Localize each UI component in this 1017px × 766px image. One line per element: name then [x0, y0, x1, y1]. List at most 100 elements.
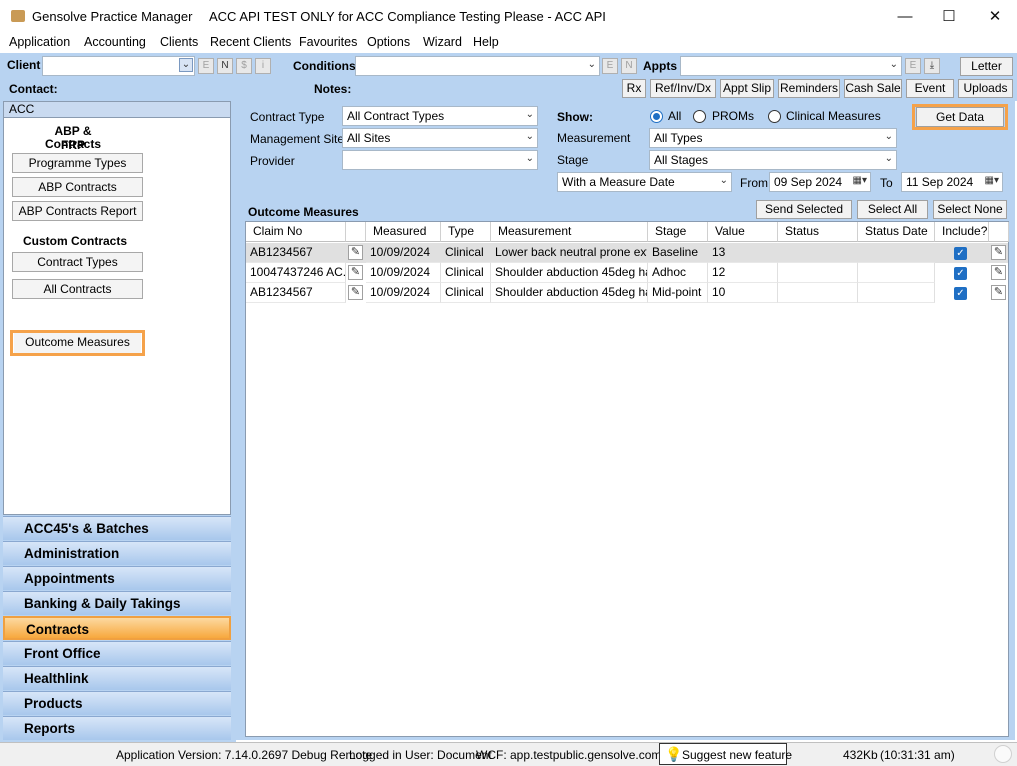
edit-pencil-icon[interactable]: ✎	[991, 245, 1006, 260]
client-toolbar: Client ⌄ E N $ i Conditions ⌄ E N Appts …	[0, 53, 1017, 101]
close-button[interactable]: ✕	[972, 0, 1017, 33]
menu-clients[interactable]: Clients	[160, 35, 198, 49]
col-value[interactable]: Value	[708, 222, 778, 242]
conditions-n-button[interactable]: N	[621, 58, 637, 74]
date-filter-select[interactable]: With a Measure Date ⌄	[557, 172, 732, 192]
status-cell	[778, 243, 858, 263]
menu-recent-clients[interactable]: Recent Clients	[210, 35, 291, 49]
edit-pencil-icon[interactable]: ✎	[991, 265, 1006, 280]
show-all-radio[interactable]	[650, 110, 663, 123]
provider-label: Provider	[250, 154, 295, 168]
outcome-highlight: Outcome Measures	[10, 330, 145, 356]
col-measured[interactable]: Measured	[366, 222, 441, 242]
col-measurement[interactable]: Measurement	[491, 222, 648, 242]
measurement-cell: Lower back neutral prone ext...	[491, 243, 648, 263]
appt-slip-button[interactable]: Appt Slip	[720, 79, 774, 98]
appts-e-button[interactable]: E	[905, 58, 921, 74]
include-checkbox[interactable]: ✓	[954, 247, 967, 260]
minimize-button[interactable]: —	[882, 0, 928, 33]
maximize-button[interactable]: ☐	[926, 0, 972, 33]
mgmt-site-select[interactable]: All Sites ⌄	[342, 128, 538, 148]
measured-cell: 10/09/2024	[366, 243, 441, 263]
nav-reports[interactable]: Reports	[3, 716, 231, 740]
nav-front-office[interactable]: Front Office	[3, 641, 231, 665]
send-selected-button[interactable]: Send Selected	[756, 200, 852, 219]
dollar-button[interactable]: $	[236, 58, 252, 74]
programme-types-button[interactable]: Programme Types	[12, 153, 143, 173]
mgmt-site-label: Management Site	[250, 132, 345, 146]
chevron-down-icon: ⌄	[889, 59, 898, 70]
get-data-button[interactable]: Get Data	[916, 107, 1004, 127]
client-combo[interactable]: ⌄	[42, 56, 195, 76]
uploads-button[interactable]: Uploads	[958, 79, 1013, 98]
edit-pencil-icon[interactable]: ✎	[991, 285, 1006, 300]
ref-inv-dx-button[interactable]: Ref/Inv/Dx	[650, 79, 716, 98]
letter-button[interactable]: Letter	[960, 57, 1013, 76]
type-cell: Clinical	[441, 243, 491, 263]
status-version: Application Version: 7.14.0.2697 Debug R…	[116, 748, 373, 762]
suggest-feature-label: Suggest new feature	[682, 748, 793, 762]
nav-administration[interactable]: Administration	[3, 541, 231, 565]
select-none-button[interactable]: Select None	[933, 200, 1007, 219]
reminders-button[interactable]: Reminders	[778, 79, 840, 98]
edit-pencil-icon[interactable]: ✎	[348, 285, 363, 300]
info-button[interactable]: i	[255, 58, 271, 74]
col-claim-no[interactable]: Claim No	[246, 222, 346, 242]
menu-wizard[interactable]: Wizard	[423, 35, 462, 49]
menu-application[interactable]: Application	[9, 35, 70, 49]
col-status-date[interactable]: Status Date	[858, 222, 935, 242]
outcome-measures-button[interactable]: Outcome Measures	[14, 333, 141, 353]
include-checkbox[interactable]: ✓	[954, 287, 967, 300]
app-title: Gensolve Practice Manager	[32, 9, 193, 24]
measurement-value: All Types	[654, 131, 703, 145]
show-proms-radio[interactable]	[693, 110, 706, 123]
status-cell	[778, 283, 858, 303]
abp-contracts-report-button[interactable]: ABP Contracts Report	[12, 201, 143, 221]
nav-products[interactable]: Products	[3, 691, 231, 715]
contract-types-button[interactable]: Contract Types	[12, 252, 143, 272]
abp-contracts-button[interactable]: ABP Contracts	[12, 177, 143, 197]
contract-type-select[interactable]: All Contract Types ⌄	[342, 106, 538, 126]
col-stage[interactable]: Stage	[648, 222, 708, 242]
show-clinical-radio[interactable]	[768, 110, 781, 123]
conditions-combo[interactable]: ⌄	[355, 56, 600, 76]
nav-healthlink[interactable]: Healthlink	[3, 666, 231, 690]
stage-select[interactable]: All Stages ⌄	[649, 150, 897, 170]
status-cell	[778, 263, 858, 283]
edit-pencil-icon[interactable]: ✎	[348, 245, 363, 260]
rx-button[interactable]: Rx	[622, 79, 646, 98]
claim-no-cell: AB1234567	[246, 243, 346, 263]
download-icon[interactable]: ⤓	[924, 58, 940, 74]
to-date-picker[interactable]: 11 Sep 2024 ▦▾	[901, 172, 1003, 192]
stage-cell: Mid-point	[648, 283, 708, 303]
chevron-down-icon: ⌄	[525, 153, 534, 164]
all-contracts-button[interactable]: All Contracts	[12, 279, 143, 299]
menu-favourites[interactable]: Favourites	[299, 35, 357, 49]
edit-pencil-icon[interactable]: ✎	[348, 265, 363, 280]
e-button[interactable]: E	[198, 58, 214, 74]
nav-acc45-batches[interactable]: ACC45's & Batches	[3, 516, 231, 540]
col-include[interactable]: Include?	[935, 222, 989, 242]
appts-combo[interactable]: ⌄	[680, 56, 902, 76]
from-date-picker[interactable]: 09 Sep 2024 ▦▾	[769, 172, 871, 192]
nav-banking-daily-takings[interactable]: Banking & Daily Takings	[3, 591, 231, 615]
include-checkbox[interactable]: ✓	[954, 267, 967, 280]
event-button[interactable]: Event	[906, 79, 954, 98]
menu-options[interactable]: Options	[367, 35, 410, 49]
lightbulb-icon: 💡	[665, 746, 683, 762]
conditions-e-button[interactable]: E	[602, 58, 618, 74]
n-button[interactable]: N	[217, 58, 233, 74]
suggest-feature-button[interactable]: 💡 Suggest new feature	[659, 743, 792, 765]
nav-appointments[interactable]: Appointments	[3, 566, 231, 590]
nav-contracts[interactable]: Contracts	[3, 616, 231, 640]
cash-sale-button[interactable]: Cash Sale	[844, 79, 902, 98]
menu-accounting[interactable]: Accounting	[84, 35, 146, 49]
provider-select[interactable]: ⌄	[342, 150, 538, 170]
to-date-value: 11 Sep 2024	[906, 175, 974, 189]
select-all-button[interactable]: Select All	[857, 200, 928, 219]
col-type[interactable]: Type	[441, 222, 491, 242]
col-status[interactable]: Status	[778, 222, 858, 242]
measurement-select[interactable]: All Types ⌄	[649, 128, 897, 148]
menu-help[interactable]: Help	[473, 35, 499, 49]
chevron-down-icon: ⌄	[587, 59, 596, 70]
